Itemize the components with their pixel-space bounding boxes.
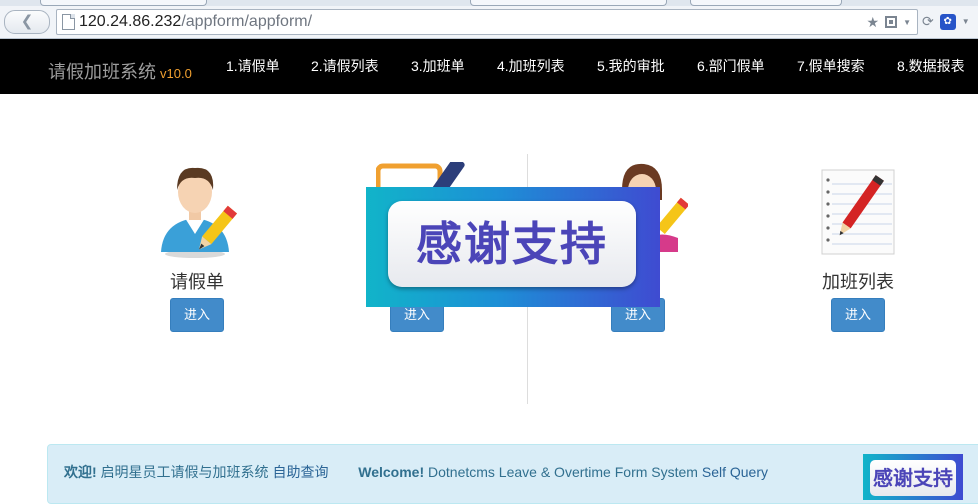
chevron-down-icon[interactable]: ▼	[962, 17, 970, 26]
enter-button-leave-form[interactable]: 进入	[170, 298, 224, 332]
top-navbar: 请假加班系统 v10.0 1.请假单 2.请假列表 3.加班单 4.加班列表 5.…	[0, 39, 978, 94]
url-text[interactable]: 120.24.86.232/appform/appform/	[79, 12, 312, 32]
brand-version: v10.0	[160, 66, 192, 81]
self-query-link-en[interactable]: Self Query	[702, 464, 768, 480]
mini-ad-panel: 感谢支持	[870, 460, 956, 496]
back-arrow-icon: ❮	[20, 13, 34, 30]
nav-item-department-leave[interactable]: 6.部门假单	[697, 56, 765, 76]
paw-icon[interactable]: ✿	[939, 13, 956, 30]
man-pencil-icon	[161, 167, 238, 258]
browser-toolbar: ❮ 120.24.86.232/appform/appform/ ★ ▼ ⟳ ✿…	[0, 6, 978, 39]
url-path: /appform/appform/	[181, 13, 313, 30]
star-icon[interactable]: ★	[867, 14, 880, 31]
chevron-down-icon[interactable]: ▼	[903, 18, 911, 27]
notepad-pencil-icon	[821, 169, 895, 255]
nav-item-overtime-form[interactable]: 3.加班单	[411, 56, 465, 76]
mini-ad-banner[interactable]: 感谢支持	[863, 454, 963, 500]
welcome-alert: 欢迎! 启明星员工请假与加班系统 自助查询 Welcome! Dotnetcms…	[47, 444, 978, 504]
welcome-cn: 欢迎!	[64, 464, 97, 480]
brand-title: 请假加班系统	[48, 62, 156, 82]
page-icon	[62, 14, 75, 30]
nav-item-leave-list[interactable]: 2.请假列表	[311, 56, 379, 76]
enter-button-overtime-list[interactable]: 进入	[831, 298, 885, 332]
nav-item-my-approval[interactable]: 5.我的审批	[597, 56, 665, 76]
welcome-en: Welcome!	[358, 464, 425, 480]
overlay-ad-banner[interactable]: 感谢支持	[366, 187, 660, 307]
self-query-link-cn[interactable]: 自助查询	[272, 464, 328, 480]
system-desc-cn: 启明星员工请假与加班系统	[100, 464, 269, 480]
ad-panel: 感谢支持	[388, 201, 636, 287]
address-bar[interactable]: 120.24.86.232/appform/appform/ ★ ▼	[56, 9, 918, 35]
ad-text: 感谢支持	[416, 217, 608, 271]
reload-icon[interactable]: ⟳	[922, 13, 934, 30]
nav-item-overtime-list[interactable]: 4.加班列表	[497, 56, 565, 76]
card-label-leave-form: 请假单	[170, 272, 224, 292]
mini-ad-text: 感谢支持	[873, 466, 953, 490]
brand[interactable]: 请假加班系统 v10.0	[48, 58, 192, 84]
card-label-overtime-list: 加班列表	[822, 272, 894, 292]
url-host: 120.24.86.232	[79, 13, 182, 30]
nav-item-data-report[interactable]: 8.数据报表	[897, 56, 965, 76]
welcome-line: 欢迎! 启明星员工请假与加班系统 自助查询 Welcome! Dotnetcms…	[64, 462, 768, 482]
back-button[interactable]: ❮	[4, 10, 50, 34]
nav-item-leave-form[interactable]: 1.请假单	[226, 56, 280, 76]
qr-code-icon[interactable]	[885, 16, 898, 28]
system-desc-en: Dotnetcms Leave & Overtime Form System	[428, 464, 698, 480]
nav-item-leave-search[interactable]: 7.假单搜索	[797, 56, 865, 76]
